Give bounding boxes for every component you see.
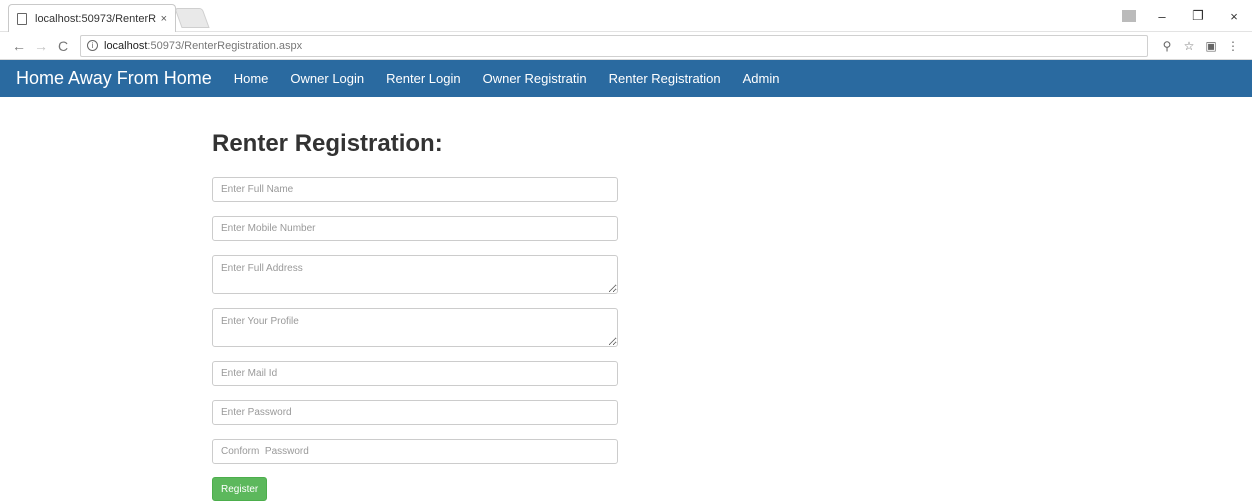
menu-icon[interactable]: ⋮ xyxy=(1222,39,1244,53)
back-arrow-icon[interactable]: ← xyxy=(8,38,30,54)
password-input[interactable] xyxy=(212,400,618,425)
url-host: localhost xyxy=(104,39,148,52)
extension-icon[interactable]: ▣ xyxy=(1200,39,1222,53)
window-controls: – ❐ × xyxy=(1122,0,1252,32)
profile-input[interactable] xyxy=(212,308,618,347)
forward-arrow-icon[interactable]: → xyxy=(30,38,52,54)
new-tab-button[interactable] xyxy=(174,8,210,28)
nav-home[interactable]: Home xyxy=(234,71,269,86)
restore-icon[interactable]: ❐ xyxy=(1180,8,1216,24)
full-address-input[interactable] xyxy=(212,255,618,294)
minimize-icon[interactable]: – xyxy=(1144,9,1180,24)
info-icon[interactable]: i xyxy=(87,40,98,51)
registration-form: Renter Registration: Register xyxy=(212,130,620,501)
reload-icon[interactable]: C xyxy=(52,38,74,54)
address-bar-actions: ⚲ ☆ ▣ ⋮ xyxy=(1156,39,1244,53)
browser-tab[interactable]: localhost:50973/RenterR × xyxy=(8,4,176,32)
site-navbar: Home Away From Home Home Owner Login Ren… xyxy=(0,60,1252,97)
document-icon xyxy=(17,12,27,25)
page-title: Renter Registration: xyxy=(212,130,443,157)
address-bar: ← → C i localhost:50973/RenterRegistrati… xyxy=(0,32,1252,60)
mobile-number-input[interactable] xyxy=(212,216,618,241)
site-brand[interactable]: Home Away From Home xyxy=(16,68,212,89)
url-path: :50973/RenterRegistration.aspx xyxy=(147,39,303,52)
register-button[interactable]: Register xyxy=(212,477,268,501)
nav-admin[interactable]: Admin xyxy=(743,71,780,86)
full-name-input[interactable] xyxy=(212,177,618,202)
browser-tabstrip: localhost:50973/RenterR × – ❐ × xyxy=(0,0,1252,32)
star-icon[interactable]: ☆ xyxy=(1178,39,1200,53)
nav-renter-registration[interactable]: Renter Registration xyxy=(609,71,721,86)
nav-owner-registration[interactable]: Owner Registratin xyxy=(483,71,587,86)
nav-links: Home Owner Login Renter Login Owner Regi… xyxy=(234,71,802,86)
close-window-icon[interactable]: × xyxy=(1216,9,1252,24)
tab-close-icon[interactable]: × xyxy=(161,13,167,25)
mail-id-input[interactable] xyxy=(212,361,618,386)
tab-title: localhost:50973/RenterR xyxy=(35,12,157,25)
nav-owner-login[interactable]: Owner Login xyxy=(290,71,364,86)
profile-icon[interactable] xyxy=(1122,10,1136,22)
url-input[interactable]: i localhost:50973/RenterRegistration.asp… xyxy=(80,34,1148,57)
confirm-password-input[interactable] xyxy=(212,439,618,464)
nav-renter-login[interactable]: Renter Login xyxy=(386,71,460,86)
zoom-icon[interactable]: ⚲ xyxy=(1156,39,1178,53)
